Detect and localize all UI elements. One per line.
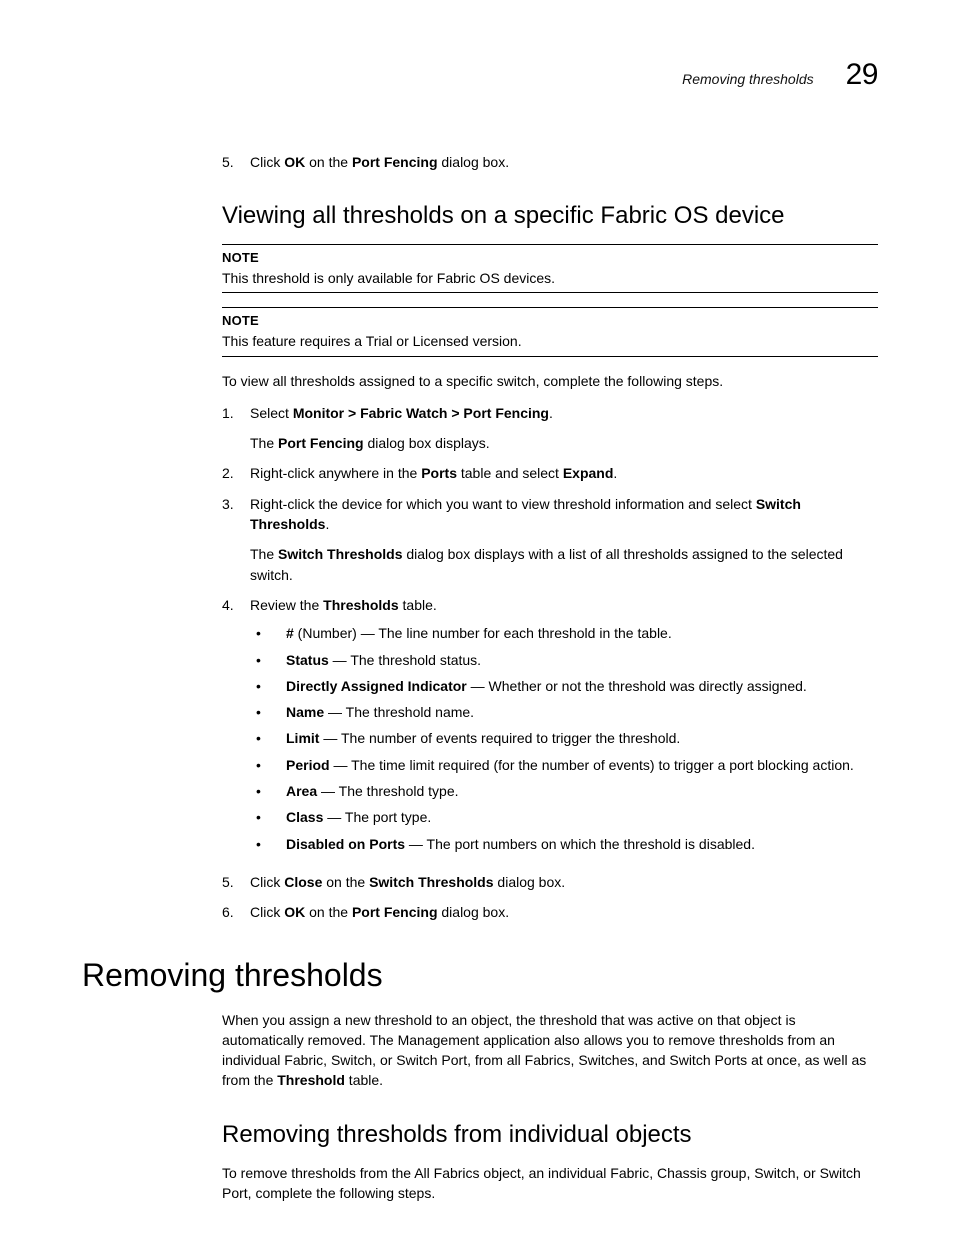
list-item: •# (Number) — The line number for each t… <box>250 623 878 643</box>
bullet-icon: • <box>250 807 286 827</box>
step-5: 5. Click Close on the Switch Thresholds … <box>222 872 878 892</box>
step-number: 1. <box>222 403 250 454</box>
step-5-top: 5. Click OK on the Port Fencing dialog b… <box>222 152 878 172</box>
step-number: 3. <box>222 494 250 585</box>
step-text: Click Close on the Switch Thresholds dia… <box>250 872 878 892</box>
list-item: •Class — The port type. <box>250 807 878 827</box>
main-heading-removing-thresholds: Removing thresholds <box>82 957 878 994</box>
bullet-icon: • <box>250 650 286 670</box>
bullet-icon: • <box>250 623 286 643</box>
step-number: 6. <box>222 902 250 922</box>
bullet-icon: • <box>250 728 286 748</box>
section-heading-viewing-thresholds: Viewing all thresholds on a specific Fab… <box>222 202 878 230</box>
note-block-1: NOTE This threshold is only available fo… <box>222 244 878 293</box>
note-text: This feature requires a Trial or License… <box>222 331 878 351</box>
list-item: •Status — The threshold status. <box>250 650 878 670</box>
bullet-icon: • <box>250 834 286 854</box>
step-text: Review the Thresholds table. •# (Number)… <box>250 595 878 862</box>
list-item: •Area — The threshold type. <box>250 781 878 801</box>
section-heading-removing-individual: Removing thresholds from individual obje… <box>222 1121 878 1149</box>
step-1: 1. Select Monitor > Fabric Watch > Port … <box>222 403 878 454</box>
list-item: •Disabled on Ports — The port numbers on… <box>250 834 878 854</box>
bullet-icon: • <box>250 702 286 722</box>
bullet-icon: • <box>250 781 286 801</box>
continuation-step-list: 5. Click OK on the Port Fencing dialog b… <box>222 152 878 172</box>
bullet-icon: • <box>250 755 286 775</box>
chapter-number: 29 <box>846 58 878 92</box>
list-item: •Directly Assigned Indicator — Whether o… <box>250 676 878 696</box>
step-number: 4. <box>222 595 250 862</box>
procedure-steps: 1. Select Monitor > Fabric Watch > Port … <box>222 403 878 923</box>
step-text: Right-click anywhere in the Ports table … <box>250 463 878 483</box>
removing-intro: When you assign a new threshold to an ob… <box>222 1010 878 1091</box>
note-block-2: NOTE This feature requires a Trial or Li… <box>222 307 878 356</box>
note-label: NOTE <box>222 312 878 331</box>
bullet-icon: • <box>250 676 286 696</box>
step-3: 3. Right-click the device for which you … <box>222 494 878 585</box>
step-text: Click OK on the Port Fencing dialog box. <box>250 152 878 172</box>
step-number: 5. <box>222 152 250 172</box>
thresholds-table-columns: •# (Number) — The line number for each t… <box>250 623 878 854</box>
removing-individual-intro: To remove thresholds from the All Fabric… <box>222 1163 878 1204</box>
list-item: •Period — The time limit required (for t… <box>250 755 878 775</box>
step-text: Click OK on the Port Fencing dialog box. <box>250 902 878 922</box>
step-6: 6. Click OK on the Port Fencing dialog b… <box>222 902 878 922</box>
step-number: 2. <box>222 463 250 483</box>
header-title: Removing thresholds <box>682 71 814 87</box>
step-result: The Port Fencing dialog box displays. <box>250 433 878 453</box>
note-text: This threshold is only available for Fab… <box>222 268 878 288</box>
step-4: 4. Review the Thresholds table. •# (Numb… <box>222 595 878 862</box>
list-item: •Name — The threshold name. <box>250 702 878 722</box>
page-header: Removing thresholds 29 <box>82 58 878 92</box>
intro-paragraph: To view all thresholds assigned to a spe… <box>222 371 878 391</box>
step-2: 2. Right-click anywhere in the Ports tab… <box>222 463 878 483</box>
step-result: The Switch Thresholds dialog box display… <box>250 544 878 585</box>
step-text: Right-click the device for which you wan… <box>250 494 878 585</box>
step-text: Select Monitor > Fabric Watch > Port Fen… <box>250 403 878 454</box>
list-item: •Limit — The number of events required t… <box>250 728 878 748</box>
step-number: 5. <box>222 872 250 892</box>
note-label: NOTE <box>222 249 878 268</box>
